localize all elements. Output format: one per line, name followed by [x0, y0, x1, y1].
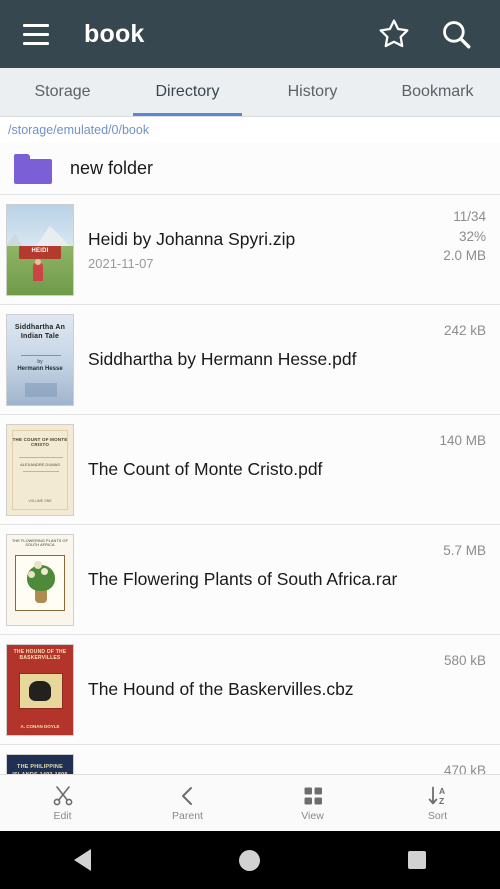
- recents-square-icon[interactable]: [408, 851, 426, 869]
- breadcrumb-path: /storage/emulated/0/book: [8, 123, 150, 137]
- svg-text:A: A: [439, 786, 445, 796]
- bottom-toolbar: Edit Parent View A Z Sort: [0, 774, 500, 831]
- list-item-folder[interactable]: new folder: [0, 143, 500, 195]
- file-name: The Hound of the Baskervilles.cbz: [88, 679, 354, 699]
- table-row[interactable]: THE PHILIPPINE ISLANDS 1493-1898 XXXIII …: [0, 745, 500, 774]
- file-size: 140 MB: [439, 433, 486, 448]
- sort-button[interactable]: A Z Sort: [375, 775, 500, 831]
- file-name: Siddhartha by Hermann Hesse.pdf: [88, 349, 357, 369]
- tab-storage[interactable]: Storage: [0, 68, 125, 116]
- parent-label: Parent: [172, 810, 203, 822]
- file-name: The Count of Monte Cristo.pdf: [88, 459, 323, 479]
- table-row[interactable]: HEIDI Heidi by Johanna Spyri.zip 2021-11…: [0, 195, 500, 305]
- file-meta: 5.7 MB: [443, 541, 486, 561]
- book-cover-thumbnail: THE HOUND OF THE BASKERVILLES A. CONAN D…: [6, 643, 74, 736]
- search-icon[interactable]: [434, 12, 478, 56]
- svg-text:Z: Z: [439, 796, 444, 806]
- hamburger-menu-icon[interactable]: [14, 12, 58, 56]
- file-size: 242 kB: [443, 323, 486, 338]
- folder-name: new folder: [70, 158, 154, 178]
- file-size: 470 kB: [443, 763, 486, 774]
- breadcrumb[interactable]: /storage/emulated/0/book: [0, 117, 500, 143]
- tab-bar: Storage Directory History Bookmark: [0, 68, 500, 117]
- file-name: Heidi by Johanna Spyri.zip: [88, 228, 296, 249]
- file-size: 5.7 MB: [443, 543, 486, 558]
- cover-title: HEIDI: [31, 247, 49, 254]
- app-bar-actions: [372, 12, 478, 56]
- book-cover-thumbnail: THE COUNT OF MONTE CRISTO ALEXANDRE DUMA…: [6, 423, 74, 516]
- tab-directory-label: Directory: [155, 83, 220, 100]
- cover-title: THE FLOWERING PLANTS OF SOUTH AFRICA: [11, 538, 69, 548]
- folder-icon: [14, 153, 52, 184]
- file-size: 2.0 MB: [443, 248, 486, 264]
- sort-label: Sort: [427, 810, 448, 822]
- parent-button[interactable]: Parent: [125, 775, 250, 831]
- tab-bookmark[interactable]: Bookmark: [375, 68, 500, 116]
- app-bar: book: [0, 0, 500, 68]
- grid-view-icon: [304, 787, 322, 805]
- cover-title: Siddhartha An Indian Tale: [14, 323, 66, 340]
- table-row[interactable]: THE FLOWERING PLANTS OF SOUTH AFRICA The…: [0, 525, 500, 635]
- file-meta: 11/34 32% 2.0 MB: [443, 207, 486, 266]
- view-label: View: [301, 810, 324, 822]
- cover-title: THE COUNT OF MONTE CRISTO: [12, 436, 68, 448]
- table-row[interactable]: THE HOUND OF THE BASKERVILLES A. CONAN D…: [0, 635, 500, 745]
- tab-storage-label: Storage: [34, 83, 91, 100]
- file-list[interactable]: new folder HEIDI Heidi by Johanna Spyri.…: [0, 143, 500, 774]
- view-button[interactable]: View: [250, 775, 375, 831]
- edit-label: Edit: [53, 810, 72, 822]
- page-title: book: [84, 19, 145, 48]
- file-date: 2021-11-07: [88, 255, 154, 271]
- cover-title: THE PHILIPPINE ISLANDS 1493-1898 XXXIII: [12, 763, 67, 775]
- file-meta: 470 kB: [444, 761, 486, 774]
- back-triangle-icon[interactable]: [74, 849, 91, 871]
- edit-button[interactable]: Edit: [0, 775, 125, 831]
- scissors-icon: [53, 786, 72, 806]
- file-info: Siddhartha by Hermann Hesse.pdf: [88, 349, 488, 370]
- tab-bookmark-label: Bookmark: [401, 83, 474, 100]
- home-circle-icon[interactable]: [239, 849, 260, 871]
- file-info: The Count of Monte Cristo.pdf: [88, 459, 488, 480]
- file-meta: 140 MB: [439, 431, 486, 451]
- sort-az-icon: A Z: [428, 786, 445, 806]
- file-size: 580 kB: [443, 653, 486, 668]
- chevron-left-icon: [181, 787, 192, 805]
- file-name: The Flowering Plants of South Africa.rar: [88, 569, 398, 589]
- file-manager-screen: book Storage Directory History Bookmark …: [0, 0, 500, 889]
- tab-directory[interactable]: Directory: [125, 68, 250, 116]
- table-row[interactable]: Siddhartha An Indian Tale by Hermann Hes…: [0, 305, 500, 415]
- file-percent: 32%: [458, 228, 486, 244]
- book-cover-thumbnail: THE FLOWERING PLANTS OF SOUTH AFRICA: [6, 533, 74, 626]
- tab-history-label: History: [287, 83, 338, 100]
- star-outline-icon[interactable]: [372, 12, 416, 56]
- book-cover-thumbnail: Siddhartha An Indian Tale by Hermann Hes…: [6, 313, 74, 406]
- file-info: Heidi by Johanna Spyri.zip 2021-11-07: [88, 229, 488, 271]
- file-info: The Flowering Plants of South Africa.rar: [88, 569, 488, 590]
- file-meta: 580 kB: [444, 651, 486, 671]
- file-info: The Hound of the Baskervilles.cbz: [88, 679, 488, 700]
- book-cover-thumbnail: HEIDI: [6, 203, 74, 296]
- file-meta: 242 kB: [444, 321, 486, 341]
- book-cover-thumbnail: THE PHILIPPINE ISLANDS 1493-1898 XXXIII: [6, 753, 74, 775]
- android-navigation-bar: [0, 831, 500, 889]
- cover-title: THE HOUND OF THE BASKERVILLES: [13, 648, 67, 661]
- table-row[interactable]: THE COUNT OF MONTE CRISTO ALEXANDRE DUMA…: [0, 415, 500, 525]
- file-pages: 11/34: [453, 209, 486, 224]
- tab-history[interactable]: History: [250, 68, 375, 116]
